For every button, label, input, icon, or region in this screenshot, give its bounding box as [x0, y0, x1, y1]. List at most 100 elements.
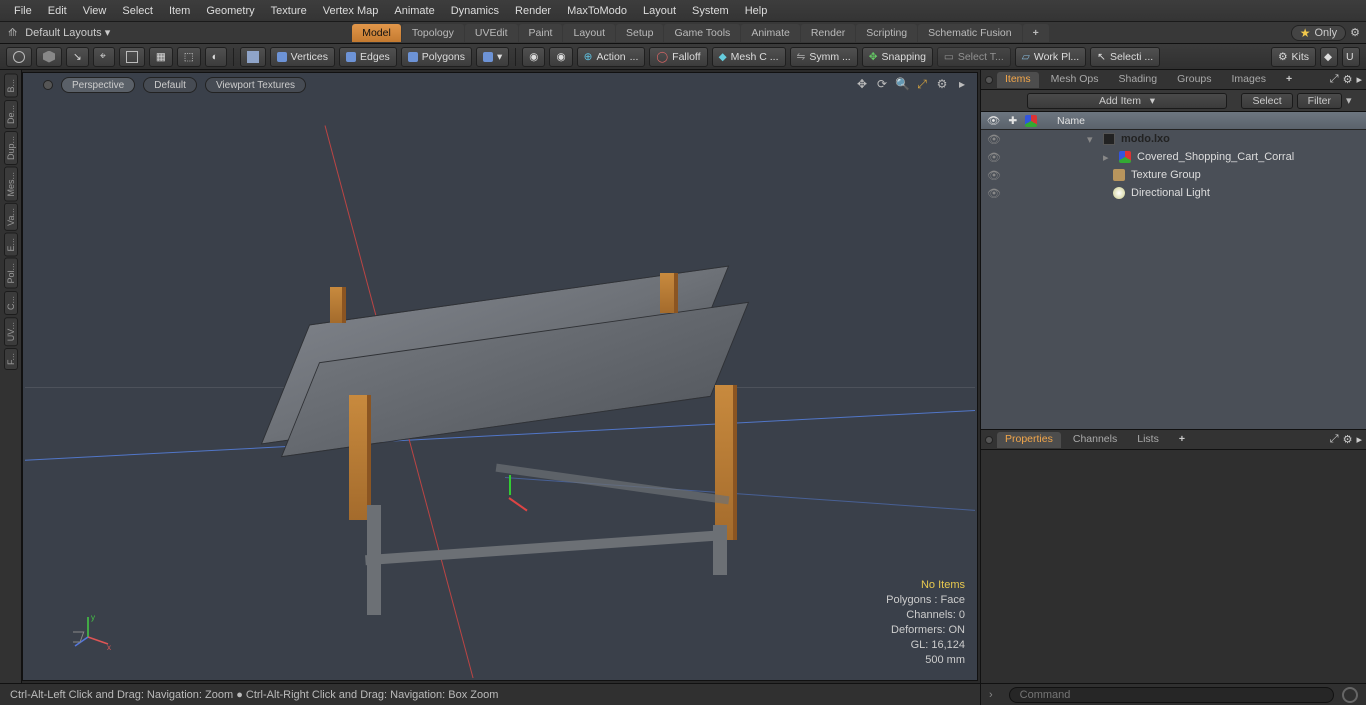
leftedge-curve[interactable]: C...	[4, 291, 18, 315]
tab-gametools[interactable]: Game Tools	[664, 24, 740, 42]
leftedge-basic[interactable]: B...	[4, 74, 18, 98]
tab-add-panel[interactable]: +	[1278, 72, 1300, 88]
vertices-mode[interactable]: Vertices	[270, 47, 335, 67]
tab-add[interactable]: +	[1023, 24, 1049, 42]
filter-button[interactable]: Filter	[1297, 93, 1342, 109]
leftedge-value[interactable]: Va...	[4, 203, 18, 231]
leftedge-edge[interactable]: E...	[4, 233, 18, 257]
menu-select[interactable]: Select	[114, 5, 161, 17]
eye-column-icon[interactable]: 👁	[987, 114, 1000, 127]
tab-model[interactable]: Model	[352, 24, 401, 42]
eye-icon[interactable]: 👁	[987, 169, 999, 182]
panel-more-icon[interactable]: ▸	[1356, 433, 1362, 446]
chevron-down-icon[interactable]: ▾	[1087, 133, 1097, 146]
tab-uvedit[interactable]: UVEdit	[465, 24, 518, 42]
command-input[interactable]	[1009, 687, 1334, 703]
tool-a[interactable]: ◉	[522, 47, 545, 67]
tab-meshops[interactable]: Mesh Ops	[1043, 72, 1107, 88]
select-through[interactable]: ▭Select T...	[937, 47, 1011, 67]
menu-render[interactable]: Render	[507, 5, 559, 17]
kits-button[interactable]: ⚙Kits	[1271, 47, 1316, 67]
tree-row-light[interactable]: 👁 Directional Light	[981, 184, 1366, 202]
layout-dropdown[interactable]: Default Layouts ▾	[25, 26, 110, 39]
vp-maximize-icon[interactable]: ⤢	[915, 77, 929, 91]
tab-paint[interactable]: Paint	[519, 24, 563, 42]
filter-funnel-icon[interactable]: ▾	[1346, 94, 1360, 108]
vp-more-icon[interactable]: ▸	[955, 77, 969, 91]
tab-layout[interactable]: Layout	[563, 24, 615, 42]
restore-layout-icon[interactable]: ⟰	[8, 26, 17, 39]
panel-more-icon[interactable]: ▸	[1356, 73, 1362, 86]
tab-items[interactable]: Items	[997, 72, 1039, 88]
leftedge-uv[interactable]: UV...	[4, 317, 18, 346]
viewport-tab-textures[interactable]: Viewport Textures	[205, 77, 306, 93]
menu-item[interactable]: Item	[161, 5, 198, 17]
tab-add-properties[interactable]: +	[1171, 432, 1193, 448]
tab-shading[interactable]: Shading	[1111, 72, 1166, 88]
vp-zoom-icon[interactable]: 🔍	[895, 77, 909, 91]
snapping-button[interactable]: ✥Snapping	[862, 47, 933, 67]
viewport[interactable]: Perspective Default Viewport Textures ✥ …	[22, 72, 978, 681]
selection-sets[interactable]: ↖Selecti ...	[1090, 47, 1160, 67]
menu-file[interactable]: File	[6, 5, 40, 17]
panel-menu-dot[interactable]	[985, 436, 993, 444]
panel-gear-icon[interactable]: ⚙	[1343, 433, 1353, 446]
menu-edit[interactable]: Edit	[40, 5, 75, 17]
panel-expand-icon[interactable]: ⤢	[1330, 73, 1339, 86]
tool-cube[interactable]	[240, 47, 266, 67]
menu-geometry[interactable]: Geometry	[198, 5, 262, 17]
tree-row-scene[interactable]: 👁 ▾ modo.lxo	[981, 130, 1366, 148]
leftedge-deform[interactable]: De...	[4, 100, 18, 129]
tool-lasso[interactable]: ⌖	[93, 47, 115, 67]
tree-row-texturegroup[interactable]: 👁 Texture Group	[981, 166, 1366, 184]
tab-schematicfusion[interactable]: Schematic Fusion	[918, 24, 1021, 42]
vp-settings-icon[interactable]: ⚙	[935, 77, 949, 91]
eye-icon[interactable]: 👁	[987, 151, 999, 164]
panel-gear-icon[interactable]: ⚙	[1343, 73, 1353, 86]
tool-circle[interactable]	[6, 47, 32, 67]
menu-help[interactable]: Help	[737, 5, 776, 17]
tab-render[interactable]: Render	[801, 24, 855, 42]
menu-dynamics[interactable]: Dynamics	[443, 5, 507, 17]
viewport-tab-perspective[interactable]: Perspective	[61, 77, 135, 93]
chevron-right-icon[interactable]: ▸	[1103, 151, 1113, 164]
axis-column-icon[interactable]	[1025, 115, 1037, 127]
only-toggle[interactable]: ★Only	[1291, 25, 1346, 41]
tool-b[interactable]: ◉	[549, 47, 572, 67]
viewport-canvas[interactable]	[25, 95, 975, 678]
menu-system[interactable]: System	[684, 5, 737, 17]
tool-paint[interactable]: ◐	[205, 47, 227, 67]
tab-scripting[interactable]: Scripting	[856, 24, 917, 42]
tool-grid[interactable]: ▦	[149, 47, 173, 67]
panel-menu-dot[interactable]	[985, 76, 993, 84]
menu-maxtomodo[interactable]: MaxToModo	[559, 5, 635, 17]
workplane-button[interactable]: ▱Work Pl...	[1015, 47, 1086, 67]
vp-rotate-icon[interactable]: ⟳	[875, 77, 889, 91]
viewport-tab-default[interactable]: Default	[143, 77, 197, 93]
edges-mode[interactable]: Edges	[339, 47, 397, 67]
tool-select[interactable]: ⬚	[177, 47, 201, 67]
leftedge-f[interactable]: F...	[4, 348, 18, 370]
action-center[interactable]: ⊕Action...	[577, 47, 646, 67]
leftedge-polygon[interactable]: Pol...	[4, 258, 18, 289]
panel-expand-icon[interactable]: ⤢	[1330, 433, 1339, 446]
eye-icon[interactable]: 👁	[987, 187, 999, 200]
cmd-chevron-icon[interactable]: ›	[989, 689, 993, 701]
polygons-mode[interactable]: Polygons	[401, 47, 472, 67]
select-button[interactable]: Select	[1241, 93, 1292, 109]
tab-setup[interactable]: Setup	[616, 24, 663, 42]
menu-view[interactable]: View	[75, 5, 115, 17]
name-column-header[interactable]: Name	[1057, 115, 1085, 127]
vp-move-icon[interactable]: ✥	[855, 77, 869, 91]
falloff-button[interactable]: ◯Falloff	[649, 47, 707, 67]
eye-icon[interactable]: 👁	[987, 133, 999, 146]
mesh-constraint[interactable]: ◆Mesh C ...	[712, 47, 786, 67]
viewport-menu-dot[interactable]	[43, 80, 53, 90]
leftedge-mesh[interactable]: Mes...	[4, 167, 18, 202]
tab-channels[interactable]: Channels	[1065, 432, 1125, 448]
menu-layout[interactable]: Layout	[635, 5, 684, 17]
material-mode[interactable]: ▾	[476, 47, 509, 67]
tool-rect[interactable]	[119, 47, 145, 67]
record-button[interactable]	[1342, 687, 1358, 703]
tab-groups[interactable]: Groups	[1169, 72, 1219, 88]
